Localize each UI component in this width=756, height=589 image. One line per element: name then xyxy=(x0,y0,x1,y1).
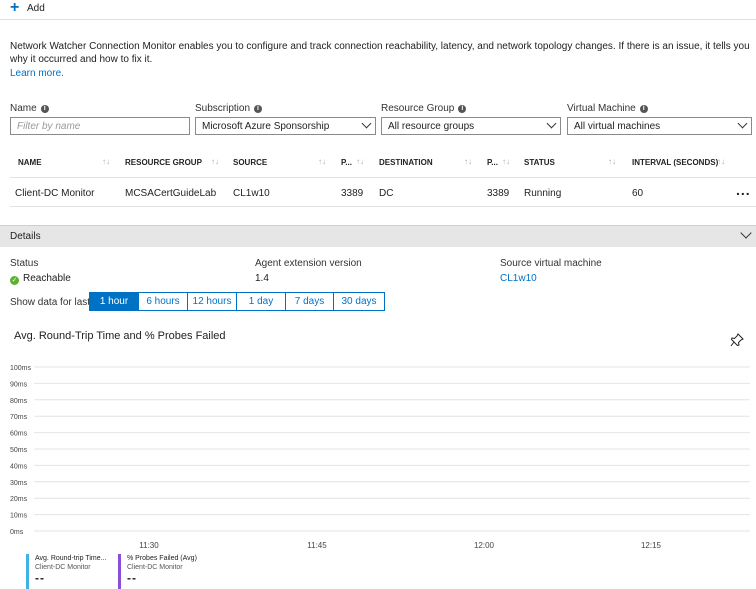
details-section-header[interactable]: Details xyxy=(0,225,756,247)
vm-value: All virtual machines xyxy=(574,121,661,132)
y-tick-label: 0ms xyxy=(10,529,24,536)
vm-label: Virtual Machine i xyxy=(567,103,648,114)
cell-resource-group: MCSACertGuideLab xyxy=(125,188,217,199)
column-header-destination-port[interactable]: P... xyxy=(487,158,498,167)
y-tick-label: 70ms xyxy=(10,414,28,421)
sort-icon[interactable]: ↑↓ xyxy=(502,157,510,166)
x-tick-label: 11:45 xyxy=(307,541,327,548)
sort-icon[interactable]: ↑↓ xyxy=(102,157,110,166)
range-30-days[interactable]: 30 days xyxy=(334,292,385,311)
sort-icon[interactable]: ↑↓ xyxy=(464,157,472,166)
info-icon[interactable]: i xyxy=(639,104,648,113)
legend-series-name: % Probes Failed (Avg) xyxy=(127,555,197,562)
column-header-source-port[interactable]: P... xyxy=(341,158,352,167)
sort-icon[interactable]: ↑↓ xyxy=(211,157,219,166)
sort-icon[interactable]: ↑↓ xyxy=(356,157,364,166)
resource-group-label: Resource Group i xyxy=(381,103,467,114)
cell-interval: 60 xyxy=(632,188,644,199)
subscription-label: Subscription i xyxy=(195,103,263,114)
y-tick-label: 20ms xyxy=(10,496,28,503)
y-tick-label: 50ms xyxy=(10,447,28,454)
learn-more-link[interactable]: Learn more. xyxy=(10,68,64,79)
x-tick-label: 11:30 xyxy=(139,541,159,548)
source-vm-link[interactable]: CL1w10 xyxy=(500,273,537,284)
cell-source-port: 3389 xyxy=(341,188,364,199)
column-header-resource-group[interactable]: RESOURCE GROUP xyxy=(125,158,202,167)
legend-item-round-trip[interactable]: Avg. Round-trip Time... Client-DC Monito… xyxy=(26,554,106,589)
legend-item-probes-failed[interactable]: % Probes Failed (Avg) Client-DC Monitor … xyxy=(118,554,197,589)
add-label: Add xyxy=(27,2,45,14)
time-range-selector: 1 hour 6 hours 12 hours 1 day 7 days 30 … xyxy=(89,292,385,311)
status-value: ✓ Reachable xyxy=(10,273,71,285)
subscription-select[interactable]: Microsoft Azure Sponsorship xyxy=(195,117,376,135)
agent-version-label: Agent extension version xyxy=(255,258,362,269)
info-icon[interactable]: i xyxy=(40,104,49,113)
subscription-value: Microsoft Azure Sponsorship xyxy=(202,121,330,132)
sort-icon[interactable]: ↑↓ xyxy=(608,157,616,166)
cell-destination-port: 3389 xyxy=(487,188,510,199)
vm-select[interactable]: All virtual machines xyxy=(567,117,752,135)
range-7-days[interactable]: 7 days xyxy=(286,292,334,311)
chevron-down-icon xyxy=(361,118,372,129)
legend-series-source: Client-DC Monitor xyxy=(127,564,183,571)
cell-source: CL1w10 xyxy=(233,188,270,199)
chevron-down-icon xyxy=(737,118,748,129)
agent-version-value: 1.4 xyxy=(255,273,269,284)
plus-icon: + xyxy=(10,0,20,16)
resource-group-select[interactable]: All resource groups xyxy=(381,117,561,135)
toolbar: + Add xyxy=(0,0,756,20)
legend-series-name: Avg. Round-trip Time... xyxy=(35,555,107,562)
show-data-label: Show data for last xyxy=(10,297,91,308)
y-tick-label: 90ms xyxy=(10,381,28,388)
chart-title: Avg. Round-Trip Time and % Probes Failed xyxy=(14,330,226,342)
source-vm-label: Source virtual machine xyxy=(500,258,602,269)
info-icon[interactable]: i xyxy=(458,104,467,113)
more-actions-button[interactable]: ... xyxy=(736,182,751,198)
y-tick-label: 40ms xyxy=(10,463,28,470)
range-12-hours[interactable]: 12 hours xyxy=(188,292,237,311)
column-header-name[interactable]: NAME xyxy=(18,158,42,167)
legend-series-source: Client-DC Monitor xyxy=(35,564,91,571)
range-6-hours[interactable]: 6 hours xyxy=(139,292,188,311)
chart-plot-area: 100ms 90ms 80ms 70ms 60ms 50ms 40ms 30ms 20ms 10m… xyxy=(10,365,750,548)
column-header-status[interactable]: STATUS xyxy=(524,158,555,167)
legend-series-value: -- xyxy=(35,571,45,585)
x-tick-label: 12:15 xyxy=(641,541,662,548)
chevron-down-icon xyxy=(546,118,557,129)
details-title: Details xyxy=(10,231,41,242)
cell-status: Running xyxy=(524,188,562,199)
resource-group-value: All resource groups xyxy=(388,121,475,132)
y-tick-label: 100ms xyxy=(10,365,32,372)
cell-name: Client-DC Monitor xyxy=(15,188,95,199)
y-tick-label: 80ms xyxy=(10,398,28,405)
name-filter-input[interactable]: Filter by name xyxy=(10,117,190,135)
chevron-down-icon[interactable] xyxy=(740,227,752,239)
x-tick-label: 12:00 xyxy=(474,541,495,548)
add-button[interactable]: + Add xyxy=(10,0,45,16)
cell-destination: DC xyxy=(379,188,394,199)
info-icon[interactable]: i xyxy=(254,104,263,113)
name-filter-label: Name i xyxy=(10,103,49,114)
legend-series-value: -- xyxy=(127,571,137,585)
range-1-hour[interactable]: 1 hour xyxy=(89,292,139,311)
table-row[interactable]: Client-DC Monitor MCSACertGuideLab CL1w1… xyxy=(10,179,756,207)
column-header-interval[interactable]: INTERVAL (SECONDS) xyxy=(632,158,718,167)
y-tick-label: 30ms xyxy=(10,480,28,487)
sort-icon[interactable]: ↑↓ xyxy=(318,157,326,166)
sort-icon[interactable]: ↑↓ xyxy=(717,157,725,166)
column-header-destination[interactable]: DESTINATION xyxy=(379,158,433,167)
y-tick-label: 10ms xyxy=(10,513,28,520)
range-1-day[interactable]: 1 day xyxy=(237,292,286,311)
y-tick-label: 60ms xyxy=(10,431,28,438)
column-header-source[interactable]: SOURCE xyxy=(233,158,267,167)
table-header: NAME ↑↓ RESOURCE GROUP ↑↓ SOURCE ↑↓ P...… xyxy=(10,150,756,178)
status-label: Status xyxy=(10,258,39,269)
description-text: Network Watcher Connection Monitor enabl… xyxy=(10,41,750,65)
check-circle-icon: ✓ xyxy=(10,276,19,285)
pin-icon[interactable] xyxy=(730,333,744,350)
